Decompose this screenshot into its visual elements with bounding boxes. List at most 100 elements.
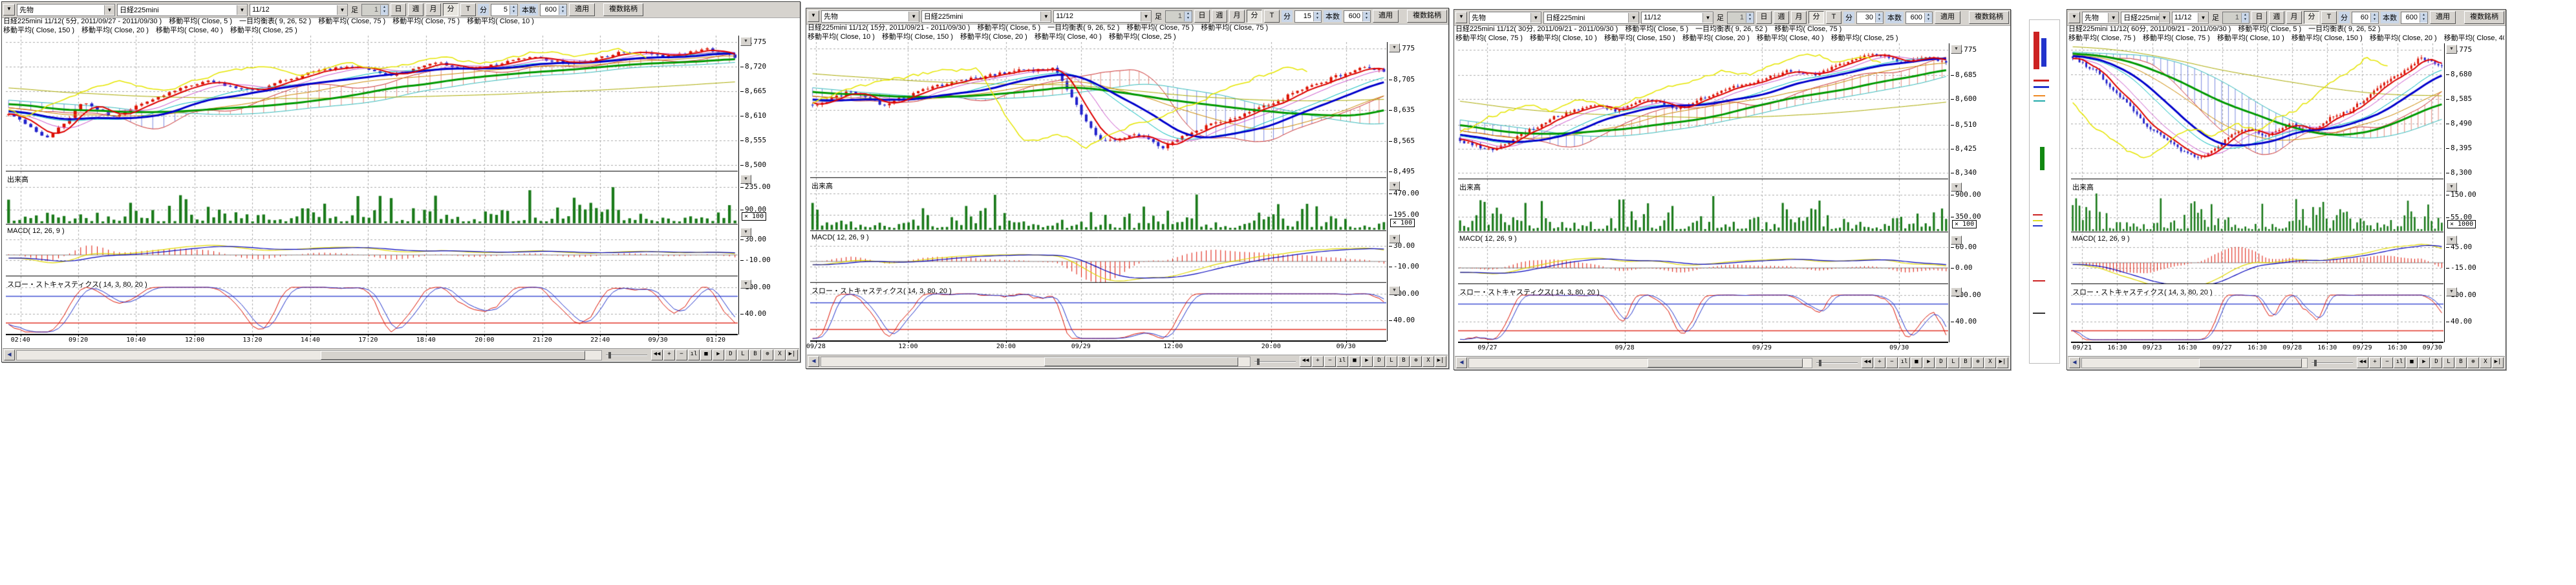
chevron-down-icon[interactable]: ▼ [2198, 13, 2208, 23]
chart-tool-button[interactable]: D [1373, 356, 1385, 367]
daily-button[interactable]: 日 [1194, 10, 1210, 23]
chart-tool-button[interactable]: ▶| [1435, 356, 1446, 367]
pane-collapse-icon[interactable]: ▼ [1951, 287, 1962, 296]
window-collapse-icon[interactable]: ▼ [808, 10, 819, 22]
bar-count-stepper[interactable]: 600 ▲▼ [2401, 12, 2428, 24]
minute-value-stepper[interactable]: 30 ▲▼ [1856, 12, 1884, 24]
chart-tool-button[interactable]: L [2443, 357, 2454, 368]
chart-tool-button[interactable]: ▶ [1923, 357, 1935, 368]
weekly-button[interactable]: 週 [2269, 11, 2284, 24]
pane-collapse-icon[interactable]: ▼ [2446, 287, 2457, 296]
tick-button[interactable]: T [1264, 10, 1280, 23]
pane-collapse-icon[interactable]: ▼ [740, 175, 751, 184]
pane-collapse-icon[interactable]: ▼ [740, 280, 751, 289]
bar-unit-stepper[interactable]: 1 ▲▼ [361, 4, 389, 16]
multi-symbol-button[interactable]: 複数銘柄 [1407, 10, 1447, 23]
stepper-arrows-icon[interactable]: ▲▼ [2241, 13, 2249, 23]
zoom-slider-handle[interactable] [1819, 360, 1821, 366]
chart-tool-button[interactable]: − [2381, 357, 2393, 368]
multi-symbol-button[interactable]: 複数銘柄 [603, 3, 643, 16]
scrollbar-thumb[interactable] [1044, 357, 1238, 366]
chart-tool-button[interactable]: X [1422, 356, 1434, 367]
minute-button[interactable]: 分 [1809, 11, 1824, 24]
horizontal-scrollbar[interactable] [2081, 358, 2308, 368]
chart-tool-button[interactable]: ıl [1898, 357, 1910, 368]
chart-tool-button[interactable]: ▶| [786, 349, 798, 360]
chart-tool-button[interactable]: L [1948, 357, 1959, 368]
daily-button[interactable]: 日 [391, 3, 406, 16]
zoom-slider-handle[interactable] [1257, 359, 1260, 365]
chart-tool-button[interactable]: X [2480, 357, 2491, 368]
horizontal-scrollbar[interactable] [1468, 358, 1812, 368]
bar-unit-stepper[interactable]: 1 ▲▼ [1727, 12, 1754, 24]
window-collapse-icon[interactable]: ▼ [2068, 12, 2080, 23]
chart-canvas[interactable] [1458, 43, 1948, 342]
stepper-arrows-icon[interactable]: ▲▼ [1746, 13, 1754, 23]
pane-collapse-icon[interactable]: ▼ [2446, 236, 2457, 245]
chart-tool-button[interactable]: + [1874, 357, 1885, 368]
bar-count-stepper[interactable]: 600 ▲▼ [1344, 10, 1371, 23]
chart-tool-button[interactable]: ▶| [1997, 357, 2008, 368]
horizontal-scrollbar[interactable] [821, 357, 1250, 367]
market-select[interactable]: 先物 ▼ [821, 10, 919, 23]
chevron-down-icon[interactable]: ▼ [1530, 13, 1541, 23]
monthly-button[interactable]: 月 [425, 3, 441, 16]
chart-tool-button[interactable]: − [676, 349, 687, 360]
market-select[interactable]: 先物 ▼ [17, 4, 115, 16]
zoom-slider-handle[interactable] [2314, 360, 2317, 366]
stepper-arrows-icon[interactable]: ▲▼ [559, 5, 566, 15]
chart-canvas[interactable] [810, 42, 1386, 341]
chart-tool-button[interactable]: ▶ [713, 349, 724, 360]
chart-tool-button[interactable]: X [1984, 357, 1996, 368]
chart-tool-button[interactable]: − [1886, 357, 1898, 368]
chart-tool-button[interactable]: ⊕ [1972, 357, 1984, 368]
chart-tool-button[interactable]: L [737, 349, 749, 360]
contract-select[interactable]: 11/12 ▼ [2172, 12, 2209, 24]
scroll-left-button[interactable]: ◀ [2069, 357, 2080, 368]
scrollbar-thumb[interactable] [1648, 359, 1803, 368]
zoom-slider[interactable] [606, 352, 647, 359]
pane-collapse-icon[interactable]: ▼ [1951, 236, 1962, 245]
scroll-left-button[interactable]: ◀ [4, 349, 15, 360]
chevron-down-icon[interactable]: ▼ [908, 12, 919, 21]
minute-value-stepper[interactable]: 60 ▲▼ [2352, 12, 2379, 24]
chevron-down-icon[interactable]: ▼ [1141, 12, 1151, 21]
stepper-arrows-icon[interactable]: ▲▼ [1924, 13, 1932, 23]
minute-button[interactable]: 分 [1247, 10, 1262, 23]
daily-button[interactable]: 日 [2251, 11, 2267, 24]
pane-collapse-icon[interactable]: ▼ [2446, 182, 2457, 192]
zoom-slider-handle[interactable] [608, 352, 611, 359]
contract-select[interactable]: 11/12 ▼ [250, 4, 348, 16]
pane-collapse-icon[interactable]: ▼ [740, 228, 751, 237]
chart-tool-button[interactable]: ▶ [1361, 356, 1373, 367]
chevron-down-icon[interactable]: ▼ [2159, 13, 2169, 23]
stepper-arrows-icon[interactable]: ▲▼ [1875, 13, 1883, 23]
multi-symbol-button[interactable]: 複数銘柄 [2464, 11, 2504, 24]
chart-tool-button[interactable]: ◀◀ [2357, 357, 2368, 368]
minute-button[interactable]: 分 [2304, 11, 2319, 24]
window-collapse-icon[interactable]: ▼ [3, 4, 15, 16]
chart-tool-button[interactable]: ıl [688, 349, 700, 360]
chart-canvas[interactable] [6, 36, 738, 335]
apply-button[interactable]: 適用 [1373, 10, 1399, 23]
chart-tool-button[interactable]: + [663, 349, 675, 360]
monthly-button[interactable]: 月 [2286, 11, 2302, 24]
chart-tool-button[interactable]: ■ [2406, 357, 2418, 368]
chart-tool-button[interactable]: ⊕ [2467, 357, 2479, 368]
scrollbar-thumb[interactable] [2199, 359, 2302, 368]
chart-tool-button[interactable]: B [2455, 357, 2467, 368]
chevron-down-icon[interactable]: ▼ [104, 5, 114, 15]
chart-tool-button[interactable]: ◀◀ [651, 349, 663, 360]
window-collapse-icon[interactable]: ▼ [1455, 12, 1467, 23]
daily-button[interactable]: 日 [1756, 11, 1772, 24]
chevron-down-icon[interactable]: ▼ [1040, 12, 1051, 21]
zoom-slider[interactable] [1254, 359, 1296, 365]
bar-count-stepper[interactable]: 600 ▲▼ [1905, 12, 1933, 24]
weekly-button[interactable]: 週 [1774, 11, 1789, 24]
multi-symbol-button[interactable]: 複数銘柄 [1969, 11, 2009, 24]
market-select[interactable]: 先物 ▼ [2082, 12, 2119, 24]
pane-collapse-icon[interactable]: ▼ [1951, 45, 1962, 54]
symbol-select[interactable]: 日経225mini ▼ [921, 10, 1052, 23]
tick-button[interactable]: T [2321, 11, 2337, 24]
apply-button[interactable]: 適用 [2430, 11, 2456, 24]
